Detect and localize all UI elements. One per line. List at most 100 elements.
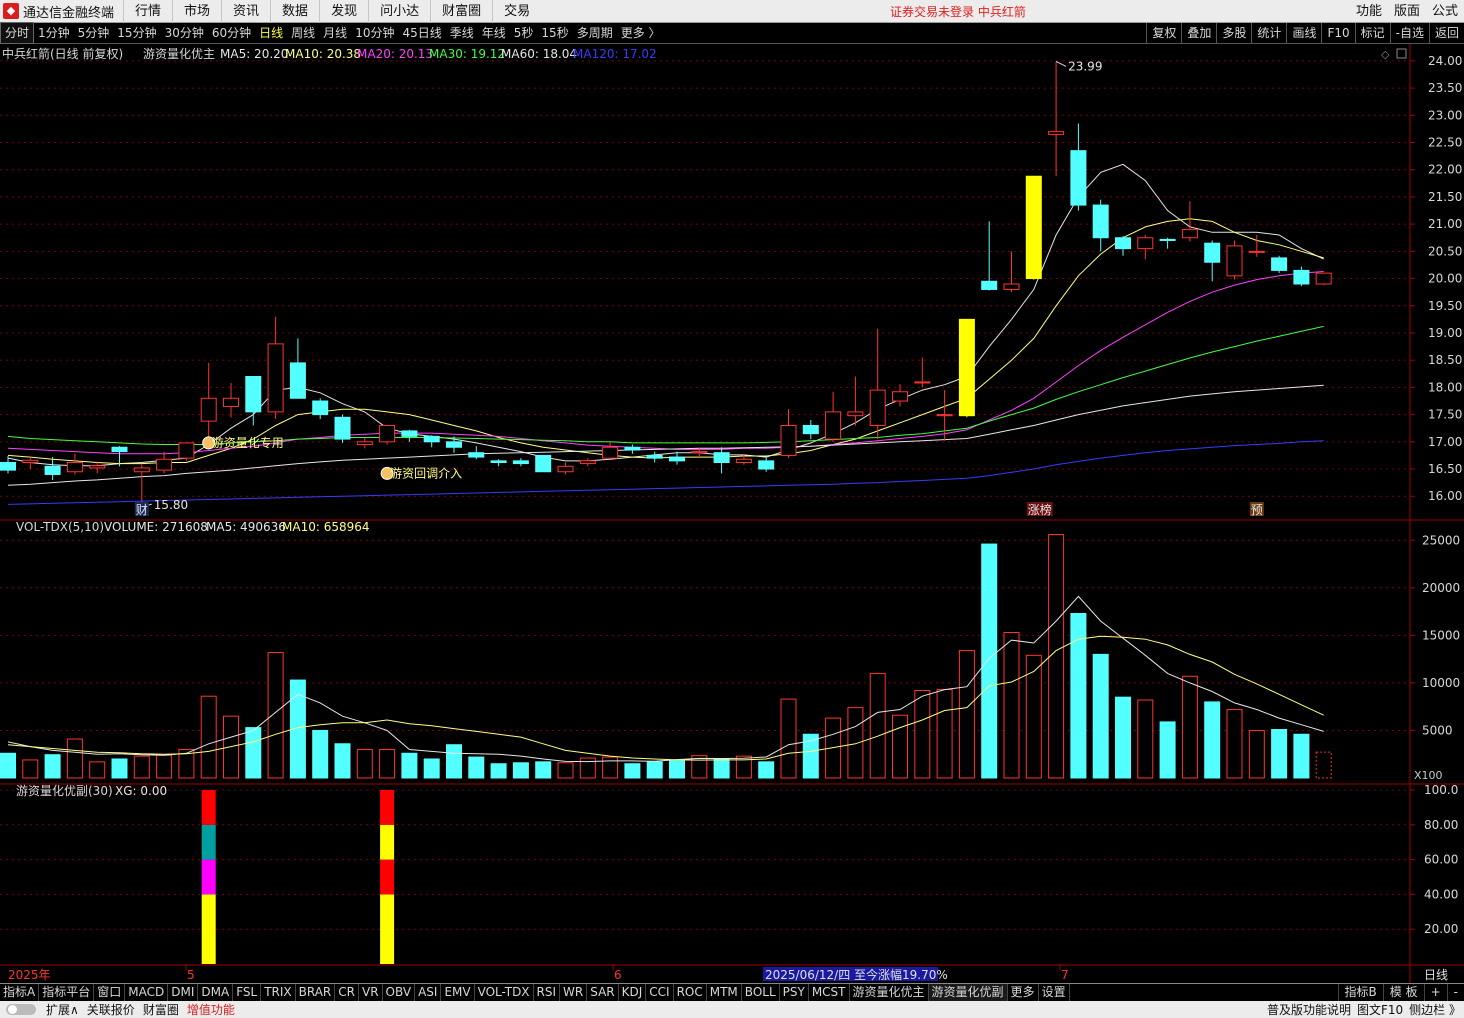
indicator-tab-12[interactable]: ASI — [415, 984, 442, 1001]
period-15[interactable]: 多周期 — [573, 23, 617, 43]
indicator-tab-25[interactable]: 游资量化优主 — [850, 984, 929, 1001]
indicator-tab-22[interactable]: BOLL — [742, 984, 780, 1001]
menu-right-item-2[interactable]: 公式 — [1426, 0, 1464, 23]
period-9[interactable]: 10分钟 — [351, 23, 398, 43]
menu-right-item-0[interactable]: 功能 — [1350, 0, 1388, 23]
price-tick-1: 23.50 — [1428, 81, 1462, 95]
tool-button-5[interactable]: F10 — [1321, 23, 1354, 44]
tool-button-1[interactable]: 叠加 — [1181, 23, 1216, 44]
indicator-tab-4[interactable]: DMI — [168, 984, 199, 1001]
menu-item-1[interactable]: 市场 — [172, 0, 221, 23]
menu-right-item-1[interactable]: 版面 — [1388, 0, 1426, 23]
tab-right-3[interactable]: - — [1446, 984, 1464, 1001]
period-14[interactable]: 15秒 — [537, 23, 572, 43]
period-8[interactable]: 月线 — [319, 23, 351, 43]
tool-button-7[interactable]: -自选 — [1389, 23, 1429, 44]
price-tick-12: 18.00 — [1428, 380, 1462, 394]
menu-item-0[interactable]: 行情 — [123, 0, 172, 23]
candle-body-16 — [356, 441, 373, 446]
status-item-0[interactable]: 扩展∧ — [42, 1002, 83, 1018]
period-label[interactable]: 日线 — [1424, 968, 1448, 982]
indicator-tab-14[interactable]: VOL-TDX — [475, 984, 534, 1001]
indicator-tab-2[interactable]: 窗口 — [94, 984, 126, 1001]
status-right-2[interactable]: 侧边栏 》 — [1406, 1002, 1464, 1018]
indicator-tab-19[interactable]: CCI — [646, 984, 674, 1001]
maximize-icon[interactable] — [1396, 48, 1407, 59]
tab-right-2[interactable]: + — [1423, 984, 1447, 1001]
indicator-tab-18[interactable]: KDJ — [619, 984, 647, 1001]
period-5[interactable]: 60分钟 — [208, 23, 255, 43]
vol-title[interactable]: VOL-TDX(5,10) — [16, 520, 104, 534]
tool-button-2[interactable]: 多股 — [1216, 23, 1251, 44]
indicator-tab-0[interactable]: 指标A — [0, 984, 40, 1001]
period-4[interactable]: 30分钟 — [161, 23, 208, 43]
indicator-tab-1[interactable]: 指标平台 — [39, 984, 95, 1001]
menu-item-3[interactable]: 数据 — [270, 0, 319, 23]
indicator-tab-20[interactable]: ROC — [674, 984, 707, 1001]
indicator-tab-9[interactable]: CR — [335, 984, 359, 1001]
status-right-1[interactable]: 图文F10 — [1354, 1002, 1406, 1018]
candle-body-33 — [735, 458, 752, 463]
indicator-tab-24[interactable]: MCST — [809, 984, 850, 1001]
period-12[interactable]: 年线 — [478, 23, 510, 43]
indicator-tab-27[interactable]: 更多 — [1008, 984, 1039, 1001]
candle-body-41 — [914, 381, 931, 384]
menu-item-6[interactable]: 财富圈 — [430, 0, 492, 23]
indicator-tab-26[interactable]: 游资量化优副 — [928, 984, 1008, 1001]
status-item-1[interactable]: 关联报价 — [83, 1002, 139, 1018]
indicator-tab-15[interactable]: RSI — [534, 984, 561, 1001]
tab-right-1[interactable]: 模 板 — [1382, 984, 1424, 1001]
indicator-tab-7[interactable]: TRIX — [261, 984, 296, 1001]
candle-body-59 — [1315, 272, 1332, 285]
value-added-button[interactable]: 增值功能 — [183, 1002, 239, 1018]
sub-signal-1-seg-0 — [380, 894, 395, 964]
collapse-icon[interactable]: ◇ — [1381, 48, 1390, 61]
tool-button-4[interactable]: 画线 — [1286, 23, 1321, 44]
tab-right-0[interactable]: 指标B — [1337, 984, 1383, 1001]
period-0[interactable]: 分时 — [0, 22, 35, 44]
tool-button-8[interactable]: 返回 — [1428, 23, 1464, 44]
tool-button-0[interactable]: 复权 — [1146, 23, 1181, 44]
ma-line-ma20 — [7, 271, 1324, 455]
indicator-tab-23[interactable]: PSY — [780, 984, 809, 1001]
candle-body-18 — [401, 430, 418, 437]
status-right-0[interactable]: 普及版功能说明 — [1264, 1002, 1354, 1018]
candle-body-34 — [758, 460, 775, 470]
kline-chart[interactable]: 24.00 23.50 23.00 22.50 22.00 21.50 21.00 20.50… — [0, 44, 1464, 983]
period-1[interactable]: 1分钟 — [34, 23, 74, 43]
login-warning[interactable]: 证券交易未登录 中兵红箭 — [890, 3, 1026, 20]
period-16[interactable]: 更多 〉 — [617, 23, 665, 43]
period-7[interactable]: 周线 — [287, 23, 319, 43]
indicator-tab-8[interactable]: BRAR — [296, 984, 336, 1001]
indicator-tab-10[interactable]: VR — [359, 984, 383, 1001]
candle-body-7 — [156, 458, 173, 471]
tool-button-6[interactable]: 标记 — [1354, 23, 1390, 44]
menu-item-4[interactable]: 发现 — [319, 0, 368, 23]
indicator-tab-16[interactable]: WR — [560, 984, 588, 1001]
menu-item-2[interactable]: 资讯 — [221, 0, 270, 23]
tool-button-3[interactable]: 统计 — [1251, 23, 1286, 44]
indicator-tab-21[interactable]: MTM — [707, 984, 742, 1001]
period-3[interactable]: 15分钟 — [113, 23, 160, 43]
period-2[interactable]: 5分钟 — [74, 23, 114, 43]
signal-buy: 游资量化专用 — [212, 435, 284, 450]
expand-toggle[interactable] — [6, 1004, 36, 1015]
period-10[interactable]: 45日线 — [398, 23, 445, 43]
period-6[interactable]: 日线 — [255, 23, 287, 43]
indicator-tab-11[interactable]: OBV — [383, 984, 416, 1001]
menu-item-5[interactable]: 问小达 — [368, 0, 430, 23]
sub-title[interactable]: 游资量化优副(30) — [16, 784, 113, 798]
indicator-tab-6[interactable]: FSL — [233, 984, 262, 1001]
indicator-tab-28[interactable]: 设置 — [1039, 984, 1070, 1001]
menu-item-7[interactable]: 交易 — [492, 0, 541, 23]
period-13[interactable]: 5秒 — [510, 23, 538, 43]
status-item-2[interactable]: 财富圈 — [139, 1002, 183, 1018]
volume-bar-7 — [156, 754, 173, 779]
indicator-tab-5[interactable]: DMA — [198, 984, 234, 1001]
indicator-tab-17[interactable]: SAR — [587, 984, 619, 1001]
period-11[interactable]: 季线 — [446, 23, 478, 43]
main-indicator-name[interactable]: 游资量化优主 — [143, 47, 215, 61]
price-tick-6: 21.00 — [1428, 217, 1462, 231]
indicator-tab-13[interactable]: EMV — [441, 984, 475, 1001]
indicator-tab-3[interactable]: MACD — [125, 984, 169, 1001]
